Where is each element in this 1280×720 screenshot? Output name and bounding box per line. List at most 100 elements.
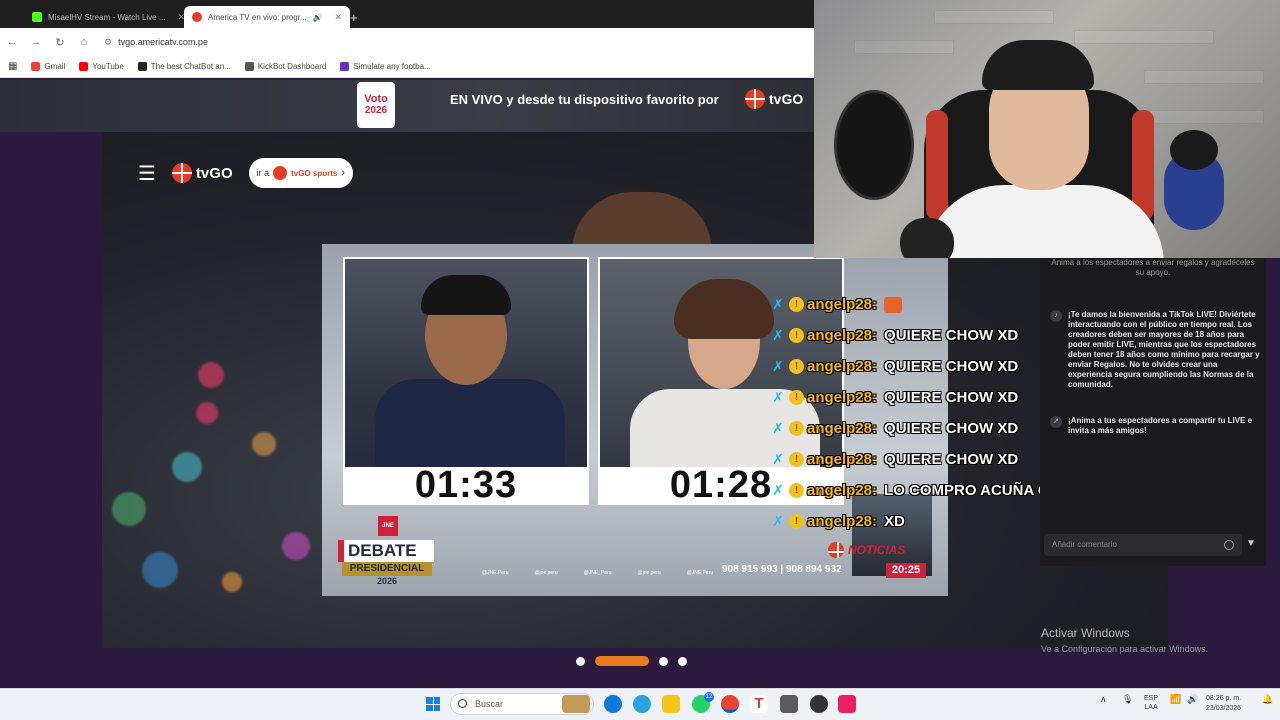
wifi-icon[interactable]: 📶 — [1170, 694, 1181, 705]
sword-icon: ✗ — [772, 389, 784, 405]
sword-icon: ✗ — [772, 296, 784, 312]
bookmark-gmail[interactable]: Gmail — [31, 62, 65, 71]
bookmark-chatbot[interactable]: The best ChatBot an... — [137, 62, 231, 71]
carousel-dot[interactable] — [576, 656, 585, 666]
chat-message: ✗ ! angelp28: QUIERE CHOW XD — [770, 327, 1018, 344]
chatbot-icon — [137, 62, 147, 71]
sword-icon: ✗ — [772, 482, 784, 498]
search-icon — [458, 699, 467, 708]
address-bar: ← → ↻ ⌂ ⚙ tvgo.americatv.com.pe — [0, 28, 814, 56]
globe-icon — [745, 89, 765, 109]
site-info-icon[interactable]: ⚙ — [104, 37, 112, 48]
badge-icon: ! — [789, 359, 804, 374]
emoji-icon[interactable] — [1224, 540, 1234, 550]
emote-icon — [884, 296, 903, 313]
share-icon: ↗ — [1050, 416, 1062, 428]
reload-icon[interactable]: ↻ — [48, 36, 72, 49]
badge-icon: ! — [789, 390, 804, 405]
browser-tab-bar: MisaelHV Stream - Watch Live ... ✕ Ameri… — [0, 0, 814, 28]
search-highlight-icon — [562, 695, 590, 713]
activate-windows-watermark: Activar Windows Ve a Configuración para … — [1041, 626, 1209, 654]
file-explorer-icon[interactable] — [662, 695, 680, 713]
carousel-dots — [576, 656, 687, 666]
badge-icon: ! — [789, 297, 804, 312]
menu-icon[interactable]: ☰ — [138, 161, 156, 186]
candidate-camera-left: 01:33 — [343, 257, 589, 505]
volume-icon[interactable]: 🔊 — [1187, 694, 1198, 705]
streamer-webcam — [814, 0, 1280, 258]
microphone — [900, 218, 954, 258]
typora-icon[interactable]: T — [750, 695, 768, 713]
edge-icon[interactable] — [604, 695, 622, 713]
forward-icon[interactable]: → — [24, 36, 48, 48]
badge-icon: ! — [789, 514, 804, 529]
broadcast-clock: 20:25 — [886, 563, 926, 578]
chat-message: ✗ ! angelp28: QUIERE CHOW XD — [770, 420, 1018, 437]
timer-left: 01:33 — [345, 466, 587, 503]
chat-message: ✗ ! angelp28: QUIERE CHOW XD — [770, 451, 1018, 468]
americatv-icon — [192, 12, 202, 22]
back-icon[interactable]: ← — [0, 36, 24, 48]
streamer-hair — [982, 40, 1094, 90]
bookmarks-bar: ▦ Gmail YouTube The best ChatBot an... K… — [0, 56, 814, 78]
sword-icon: ✗ — [772, 420, 784, 436]
windows-start-icon[interactable] — [426, 697, 440, 711]
comment-input[interactable]: Añadir comentario — [1044, 534, 1242, 556]
hero-nav: ☰ tvGO ir a tvGO sports › — [138, 158, 354, 188]
tab-americatv[interactable]: America TV en vivo: progr... 🔊 ✕ — [184, 6, 351, 28]
bookmark-kickbot[interactable]: KickBot Dashboard — [244, 62, 326, 71]
sword-icon: ✗ — [772, 327, 784, 343]
tab-label: America TV en vivo: progr... — [208, 12, 307, 22]
kick-icon — [32, 12, 42, 22]
chevron-right-icon: › — [341, 167, 346, 179]
banner-tvgo-logo: tvGO — [745, 89, 803, 109]
badge-icon: ! — [789, 328, 804, 343]
screen: MisaelHV Stream - Watch Live ... ✕ Ameri… — [0, 0, 1280, 720]
fan — [834, 90, 914, 200]
phone-numbers: 908 915 993 | 908 894 932 — [722, 564, 842, 575]
chat-message: ✗ ! angelp28: — [770, 296, 903, 313]
badge-icon: ! — [789, 421, 804, 436]
home-icon[interactable]: ⌂ — [72, 36, 96, 48]
voto-2026-logo: Voto 2026 — [357, 82, 395, 128]
url-text: tvgo.americatv.com.pe — [118, 37, 208, 47]
new-tab-button[interactable]: + — [342, 6, 366, 28]
bookmark-youtube[interactable]: YouTube — [79, 62, 124, 71]
apps-icon[interactable]: ▦ — [8, 61, 17, 72]
chevron-up-icon[interactable]: ∧ — [1100, 694, 1107, 705]
obs-icon[interactable] — [810, 695, 828, 713]
speaker-icon[interactable]: 🔊 — [313, 13, 323, 22]
calculator-icon[interactable] — [780, 695, 798, 713]
badge-icon: ! — [789, 483, 804, 498]
clock[interactable]: 08:26 p. m. 23/03/2026 — [1206, 694, 1241, 714]
globe-icon — [273, 166, 288, 180]
carousel-dot[interactable] — [659, 656, 668, 666]
welcome-message: ♪ ¡Te damos la bienvenida a TikTok LIVE!… — [1050, 310, 1260, 390]
kickbot-icon — [244, 62, 254, 71]
close-icon[interactable]: ✕ — [335, 12, 343, 23]
tvgo-sports-button[interactable]: ir a tvGO sports › — [248, 158, 354, 188]
gmail-icon — [31, 62, 41, 71]
tvgo-logo[interactable]: tvGO — [171, 163, 233, 183]
mic-icon[interactable]: 🎙 — [1122, 694, 1133, 705]
sword-icon: ✗ — [772, 358, 784, 374]
send-icon[interactable]: ▼ — [1246, 538, 1256, 549]
carousel-dot-active[interactable] — [595, 656, 649, 666]
url-field[interactable]: ⚙ tvgo.americatv.com.pe — [104, 37, 208, 48]
chrome-icon[interactable] — [721, 695, 739, 713]
carousel-dot[interactable] — [678, 656, 687, 666]
sword-icon: ✗ — [772, 513, 784, 529]
plush-toy-head — [1170, 130, 1218, 170]
banner-text: EN VIVO y desde tu dispositivo favorito … — [450, 92, 719, 107]
globe-icon — [828, 542, 844, 558]
gift-tip-text: Anima a los espectadores a enviar regalo… — [1051, 258, 1255, 277]
notification-icon[interactable]: 🔔 — [1262, 694, 1273, 705]
noticias-logo: NOTICIAS — [828, 542, 905, 558]
language-indicator[interactable]: ESP LAA — [1144, 694, 1158, 712]
tiktok-live-studio-icon[interactable] — [838, 695, 856, 713]
bookmark-simulate[interactable]: Simulate any footba... — [340, 62, 431, 71]
tab-misaelhv[interactable]: MisaelHV Stream - Watch Live ... ✕ — [24, 6, 193, 28]
telegram-icon[interactable] — [633, 695, 651, 713]
chat-message: ✗ ! angelp28: QUIERE CHOW XD — [770, 358, 1018, 375]
social-handles: @JNE.Peru @jne.peru @JNE_Peru @jne.peru … — [482, 570, 714, 576]
